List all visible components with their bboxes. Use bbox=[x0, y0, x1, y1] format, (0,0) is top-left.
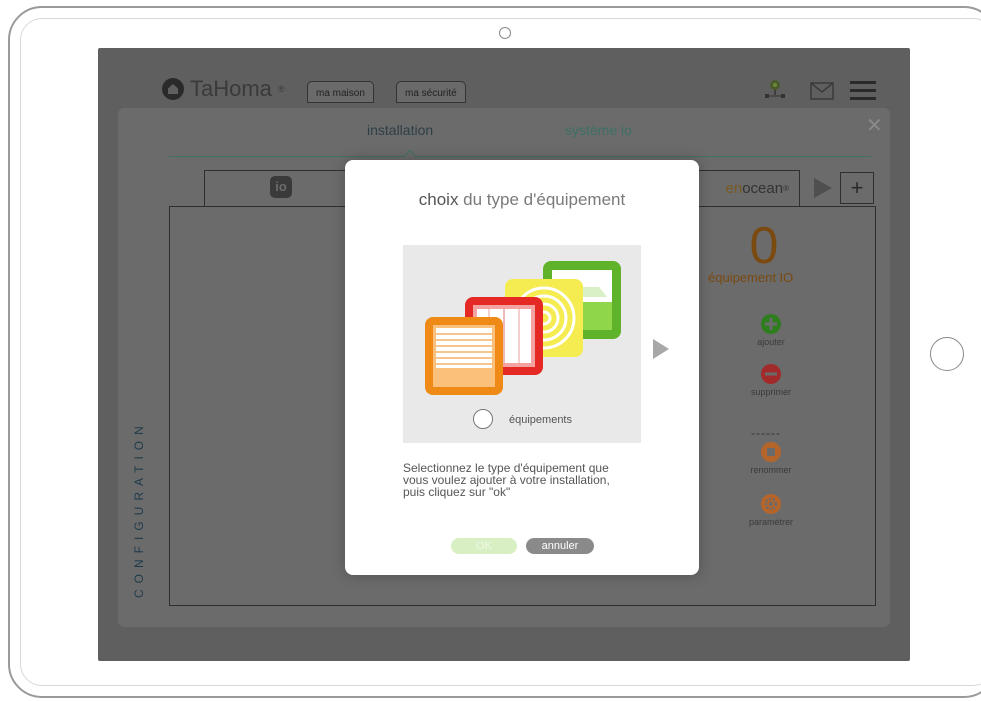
equipment-type-carousel: équipements bbox=[403, 245, 669, 443]
io-logo-text: io bbox=[275, 179, 287, 194]
configuration-side-label: CONFIGURATION bbox=[132, 420, 146, 598]
tahoma-logo[interactable]: TaHoma ® bbox=[162, 76, 285, 102]
device-count-label: équipement IO bbox=[708, 270, 794, 285]
camera-icon bbox=[499, 27, 511, 39]
add-protocol-button[interactable]: + bbox=[840, 172, 874, 204]
equipment-type-dialog: choix du type d'équipement équipements S… bbox=[345, 160, 699, 575]
tab-underline bbox=[169, 156, 871, 157]
actions-separator: ------ bbox=[751, 426, 781, 440]
close-icon[interactable]: ✕ bbox=[866, 116, 883, 136]
equipment-illustration bbox=[425, 261, 621, 395]
dialog-description: Selectionnez le type d'équipement que vo… bbox=[403, 461, 610, 499]
active-tab-caret bbox=[404, 149, 416, 157]
tab-ma-maison[interactable]: ma maison bbox=[307, 81, 374, 103]
rename-device-button[interactable]: renommer bbox=[741, 442, 801, 475]
configure-device-label: paramétrer bbox=[748, 517, 793, 527]
tab-io-protocol[interactable]: io bbox=[204, 170, 348, 206]
plus-icon bbox=[761, 314, 781, 334]
enocean-label: ocean bbox=[742, 180, 784, 197]
tab-installation[interactable]: installation bbox=[367, 122, 433, 138]
tab-ma-securite[interactable]: ma sécurité bbox=[396, 81, 466, 103]
network-icon[interactable] bbox=[762, 78, 788, 105]
logo-registered-mark: ® bbox=[277, 84, 285, 94]
delete-device-label: supprimer bbox=[750, 387, 791, 397]
add-device-label: ajouter bbox=[757, 337, 785, 347]
io-logo: io bbox=[270, 176, 292, 198]
settings-icon bbox=[761, 494, 781, 514]
minus-icon bbox=[761, 364, 781, 384]
dialog-title-lead: choix bbox=[418, 190, 459, 209]
equipment-radio-label: équipements bbox=[509, 414, 572, 426]
configure-device-button[interactable]: paramétrer bbox=[741, 494, 801, 527]
equipment-radio[interactable] bbox=[473, 409, 493, 429]
cancel-button[interactable]: annuler bbox=[526, 538, 594, 554]
tab-enocean-protocol[interactable]: enocean® bbox=[696, 170, 800, 206]
next-arrow-icon[interactable] bbox=[651, 335, 671, 363]
tab-systeme-io[interactable]: système io bbox=[565, 122, 632, 138]
enocean-prefix: en bbox=[725, 180, 743, 197]
mail-icon[interactable] bbox=[810, 82, 834, 105]
logo-text: TaHoma bbox=[190, 76, 272, 101]
enocean-mark: ® bbox=[783, 184, 789, 193]
house-icon bbox=[162, 78, 184, 100]
menu-icon[interactable] bbox=[850, 80, 876, 107]
rename-icon bbox=[761, 442, 781, 462]
rename-device-label: renommer bbox=[750, 465, 792, 475]
delete-device-button[interactable]: supprimer bbox=[741, 364, 801, 397]
dialog-title: choix du type d'équipement bbox=[345, 190, 699, 210]
device-count: 0 bbox=[749, 217, 779, 275]
scroll-right-icon[interactable] bbox=[808, 174, 836, 202]
home-button[interactable] bbox=[930, 337, 964, 371]
ok-button[interactable]: OK bbox=[451, 538, 517, 554]
add-device-button[interactable]: ajouter bbox=[741, 314, 801, 347]
dialog-title-rest: du type d'équipement bbox=[458, 190, 626, 209]
